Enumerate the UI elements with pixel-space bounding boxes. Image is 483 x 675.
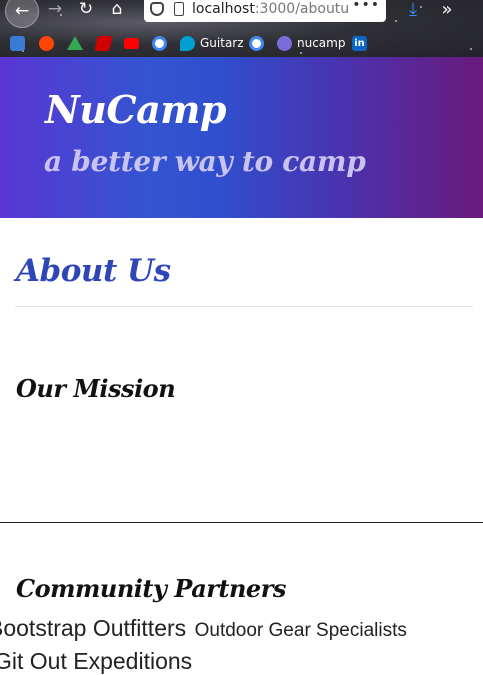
section-divider: [0, 522, 483, 523]
youtube-icon: [124, 37, 139, 49]
back-button[interactable]: ←: [5, 0, 39, 28]
home-button[interactable]: ⌂: [104, 0, 130, 22]
bookmark-linkedin[interactable]: in: [352, 34, 367, 52]
bookmark-google-1[interactable]: [152, 34, 167, 52]
bookmark-nucamp[interactable]: nucamp: [277, 34, 345, 52]
bookmark-reddit[interactable]: [39, 34, 54, 52]
overflow-menu-button[interactable]: »: [434, 0, 460, 22]
partner-item: Bootstrap Outfitters Outdoor Gear Specia…: [0, 615, 407, 642]
partner-description: Outdoor Gear Specialists: [194, 620, 407, 641]
google-icon: [249, 35, 264, 51]
bookmark-guitarz[interactable]: Guitarz: [180, 34, 244, 52]
brand-tagline: a better way to camp: [44, 145, 366, 178]
bookmark-drive[interactable]: [67, 34, 83, 52]
arrow-left-icon: ←: [14, 1, 30, 21]
nucamp-icon: [277, 35, 292, 51]
bookmarks-bar: Guitarz nucamp in: [0, 30, 483, 56]
google-drive-icon: [67, 36, 83, 50]
partner-item: Git Out Expeditions: [0, 648, 192, 675]
linkedin-icon: in: [352, 35, 367, 51]
page-icon: [174, 2, 184, 16]
mission-heading: Our Mission: [16, 374, 176, 403]
google-icon: [152, 35, 167, 51]
home-icon: ⌂: [111, 0, 123, 19]
reload-icon: ↻: [78, 0, 94, 19]
chevrons-right-icon: »: [441, 0, 453, 20]
forward-button[interactable]: →: [42, 0, 68, 22]
bookmark-calendar[interactable]: [10, 34, 25, 52]
download-icon: ⤓: [409, 0, 417, 20]
page-actions-icon[interactable]: •••: [348, 0, 380, 13]
page-title: About Us: [16, 253, 171, 289]
brand-title: NuCamp: [45, 87, 227, 132]
partners-heading: Community Partners: [16, 574, 286, 603]
url-text: localhost:3000/aboutus.h: [192, 1, 370, 17]
shield-icon: [150, 2, 164, 16]
bookmark-youtube[interactable]: [124, 34, 139, 52]
jumbotron-header: NuCamp a better way to camp: [0, 57, 483, 218]
guitar-icon: [180, 35, 195, 51]
partner-name: Git Out Expeditions: [0, 648, 193, 674]
address-bar[interactable]: localhost:3000/aboutus.h •••: [144, 0, 386, 22]
espn-icon: [94, 35, 113, 51]
arrow-right-icon: →: [47, 0, 63, 19]
bookmark-google-2[interactable]: [249, 34, 264, 52]
bookmark-label: Guitarz: [200, 36, 244, 50]
browser-chrome: ← → ↻ ⌂ localhost:3000/aboutus.h ••• ⤓ »: [0, 0, 483, 57]
reload-button[interactable]: ↻: [73, 0, 99, 22]
calendar-icon: [10, 35, 25, 51]
title-divider: [15, 306, 473, 307]
bookmark-espn[interactable]: [94, 34, 113, 52]
partner-name: Bootstrap Outfitters: [0, 615, 187, 641]
download-button[interactable]: ⤓: [400, 0, 426, 22]
bookmark-label: nucamp: [297, 36, 346, 50]
reddit-icon: [39, 35, 54, 51]
